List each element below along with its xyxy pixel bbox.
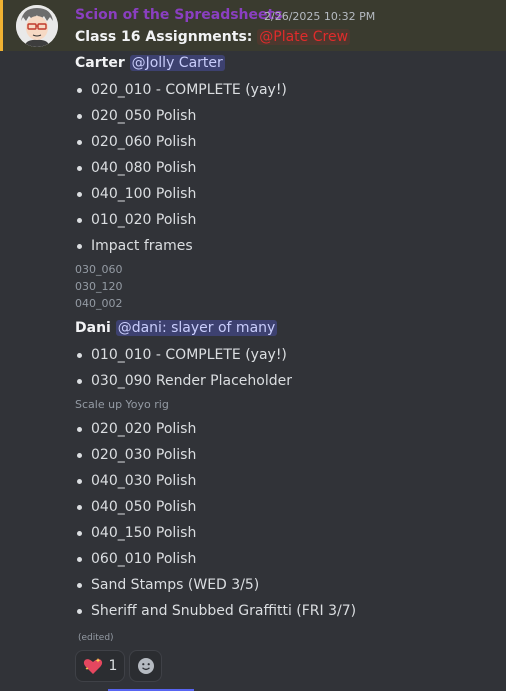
edited-label: (edited) — [78, 633, 114, 643]
carter-notes: 030_060 030_120 040_002 — [75, 261, 123, 312]
message-timestamp: 2/26/2025 10:32 PM — [264, 10, 376, 23]
add-reaction-icon — [137, 658, 154, 674]
list-item: Sand Stamps (WED 3/5) — [75, 572, 356, 598]
dani-task-list-b: 020_020 Polish 020_030 Polish 040_030 Po… — [75, 416, 356, 624]
role-mention-plate-crew[interactable]: @Plate Crew — [257, 29, 351, 45]
carter-name: Carter — [75, 55, 125, 71]
list-item: 010_020 Polish — [75, 207, 287, 233]
carter-heading: Carter @Jolly Carter — [75, 55, 225, 71]
list-item: 040_150 Polish — [75, 520, 356, 546]
list-item: 020_030 Polish — [75, 442, 356, 468]
user-mention-jolly-carter[interactable]: @Jolly Carter — [129, 55, 225, 71]
list-item: Sheriff and Snubbed Graffitti (FRI 3/7) — [75, 598, 356, 624]
list-item: 040_030 Polish — [75, 468, 356, 494]
list-item: 010_010 - COMPLETE (yay!) — [75, 342, 292, 368]
avatar-illustration-icon — [16, 5, 58, 47]
author-name[interactable]: Scion of the Spreadsheets — [75, 7, 283, 23]
dani-note: Scale up Yoyo rig — [75, 398, 169, 411]
dani-name: Dani — [75, 320, 111, 336]
add-reaction-button[interactable] — [129, 650, 162, 682]
note-line: 030_060 — [75, 263, 123, 276]
dani-heading: Dani @dani: slayer of many — [75, 320, 278, 336]
list-item: 060_010 Polish — [75, 546, 356, 572]
assignments-label: Class 16 Assignments: — [75, 29, 253, 45]
carter-task-list: 020_010 - COMPLETE (yay!) 020_050 Polish… — [75, 77, 287, 259]
list-item: 040_050 Polish — [75, 494, 356, 520]
user-mention-dani[interactable]: @dani: slayer of many — [115, 320, 278, 336]
list-item: 020_010 - COMPLETE (yay!) — [75, 77, 287, 103]
avatar[interactable] — [16, 5, 58, 47]
mention-highlight-edge — [0, 0, 3, 51]
reaction-count: 1 — [108, 658, 118, 674]
note-line: 040_002 — [75, 297, 123, 310]
list-item: 020_050 Polish — [75, 103, 287, 129]
message: Scion of the Spreadsheets 2/26/2025 10:3… — [0, 0, 506, 691]
reaction-heart[interactable]: 1 — [75, 650, 125, 682]
heart-sparkle-icon — [83, 658, 102, 674]
list-item: Impact frames — [75, 233, 287, 259]
list-item: 040_080 Polish — [75, 155, 287, 181]
note-line: 030_120 — [75, 280, 123, 293]
list-item: 030_090 Render Placeholder — [75, 368, 292, 394]
list-item: 020_020 Polish — [75, 416, 356, 442]
dani-task-list-a: 010_010 - COMPLETE (yay!) 030_090 Render… — [75, 342, 292, 394]
list-item: 040_100 Polish — [75, 181, 287, 207]
assignments-heading: Class 16 Assignments: @Plate Crew — [75, 29, 351, 45]
list-item: 020_060 Polish — [75, 129, 287, 155]
